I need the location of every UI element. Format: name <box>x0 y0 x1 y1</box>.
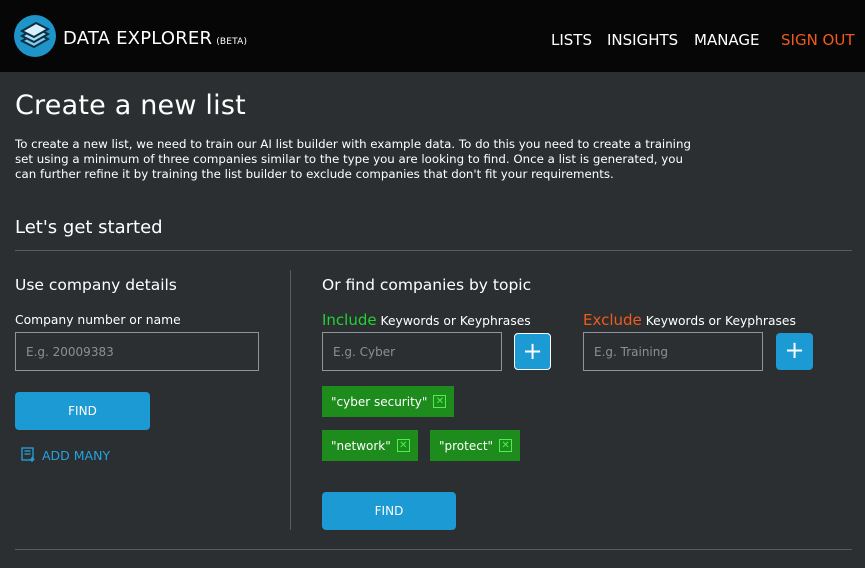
remove-tag-icon[interactable]: ✕ <box>433 395 447 408</box>
nav-insights[interactable]: INSIGHTS <box>607 31 678 49</box>
add-exclude-button[interactable]: + <box>776 333 813 370</box>
nav-lists[interactable]: LISTS <box>551 31 592 49</box>
remove-tag-icon[interactable]: ✕ <box>396 439 410 452</box>
bottom-divider <box>15 549 852 550</box>
exclude-word: Exclude <box>583 311 642 329</box>
nav-sign-out[interactable]: SIGN OUT <box>781 31 855 49</box>
add-many-label: ADD MANY <box>42 447 111 463</box>
add-list-icon <box>21 447 35 462</box>
keyword-tag-label: "cyber security" <box>331 394 428 409</box>
add-include-button[interactable]: + <box>514 333 551 370</box>
intro-text: To create a new list, we need to train o… <box>15 137 691 181</box>
brand-name: DATA EXPLORER <box>63 28 213 49</box>
keyword-tag: "protect" ✕ <box>430 430 521 461</box>
stacked-layers-icon[interactable] <box>14 15 56 57</box>
topic-find-button[interactable]: FIND <box>322 492 456 530</box>
include-label-text: Keywords or Keyphrases <box>380 314 531 328</box>
company-find-button[interactable]: FIND <box>15 392 150 430</box>
add-many-link[interactable]: ADD MANY <box>21 447 110 463</box>
company-section-title: Use company details <box>15 276 177 294</box>
keyword-tag: "network" ✕ <box>322 430 418 461</box>
exclude-label-text: Keywords or Keyphrases <box>645 314 796 328</box>
topic-section-title: Or find companies by topic <box>322 276 532 294</box>
top-navigation-bar: DATA EXPLORER (BETA) LISTS INSIGHTS MANAG… <box>0 0 865 72</box>
nav-manage[interactable]: MANAGE <box>694 31 760 49</box>
keyword-tag-label: "protect" <box>439 438 494 453</box>
include-label: Include Keywords or Keyphrases <box>322 311 531 329</box>
company-field-label: Company number or name <box>15 313 181 327</box>
keyword-tag-label: "network" <box>331 438 391 453</box>
exclude-label: Exclude Keywords or Keyphrases <box>583 311 796 329</box>
beta-badge: (BETA) <box>216 37 248 47</box>
include-word: Include <box>322 311 377 329</box>
page-title: Create a new list <box>15 90 246 121</box>
section-divider <box>15 250 852 251</box>
section-title: Let's get started <box>15 217 163 238</box>
exclude-keyword-input[interactable] <box>583 332 763 371</box>
include-keyword-input[interactable] <box>322 332 502 371</box>
column-divider <box>290 270 291 530</box>
plus-icon: + <box>522 337 543 365</box>
brand-title[interactable]: DATA EXPLORER (BETA) <box>63 28 247 49</box>
remove-tag-icon[interactable]: ✕ <box>499 439 513 452</box>
company-search-input[interactable] <box>15 332 259 371</box>
plus-icon: + <box>784 336 805 364</box>
keyword-tag: "cyber security" ✕ <box>322 386 455 417</box>
